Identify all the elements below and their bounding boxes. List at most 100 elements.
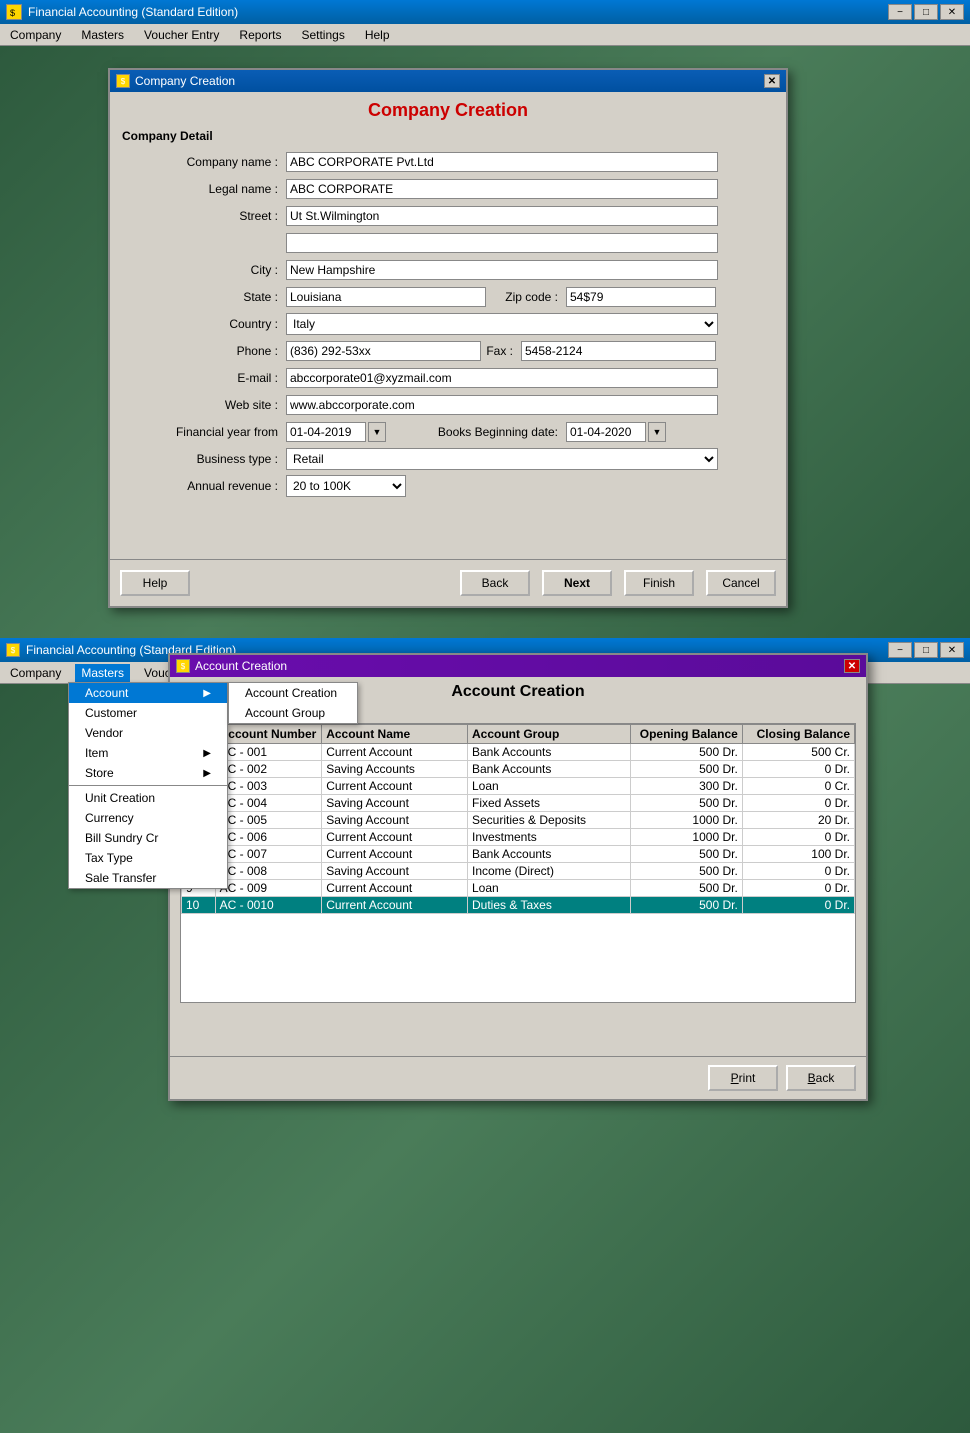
masters-sale-transfer-item[interactable]: Sale Transfer <box>69 868 227 888</box>
top-window-title: Financial Accounting (Standard Edition) <box>28 5 238 19</box>
table-row[interactable]: 1 AC - 001 Current Account Bank Accounts… <box>182 744 855 761</box>
table-row[interactable]: 6 AC - 006 Current Account Investments 1… <box>182 829 855 846</box>
menu-company[interactable]: Company <box>4 26 67 44</box>
menu-voucher-entry[interactable]: Voucher Entry <box>138 26 225 44</box>
bottom-minimize-button[interactable]: − <box>888 642 912 658</box>
legal-name-label: Legal name : <box>126 182 286 196</box>
table-row[interactable]: 5 AC - 005 Saving Account Securities & D… <box>182 812 855 829</box>
email-input[interactable] <box>286 368 718 388</box>
city-row: City : <box>126 259 770 281</box>
company-dialog-close[interactable]: ✕ <box>764 74 780 88</box>
minimize-button[interactable]: − <box>888 4 912 20</box>
menu-reports[interactable]: Reports <box>233 26 287 44</box>
masters-account-item[interactable]: Account ▶ <box>69 683 227 703</box>
bottom-maximize-button[interactable]: □ <box>914 642 938 658</box>
masters-tax-type-item[interactable]: Tax Type <box>69 848 227 868</box>
back-underline: Back <box>808 1071 835 1085</box>
company-name-input[interactable] <box>286 152 718 172</box>
account-creation-item[interactable]: Account Creation <box>229 683 357 703</box>
table-row[interactable]: 3 AC - 003 Current Account Loan 300 Dr. … <box>182 778 855 795</box>
street-label: Street : <box>126 209 286 223</box>
zip-label: Zip code : <box>486 290 566 304</box>
store-submenu-arrow: ▶ <box>203 768 211 779</box>
website-input[interactable] <box>286 395 718 415</box>
masters-vendor-item[interactable]: Vendor <box>69 723 227 743</box>
annual-revenue-select[interactable]: 20 to 100K 100K to 1M 1M+ <box>286 475 406 497</box>
masters-unit-creation-item[interactable]: Unit Creation <box>69 788 227 808</box>
fy-calendar-btn[interactable]: ▼ <box>368 422 386 442</box>
account-dialog-icon: $ <box>176 659 190 673</box>
account-dialog-title-bar: $ Account Creation ✕ <box>170 655 866 677</box>
company-creation-dialog: $ Company Creation ✕ Company Creation Co… <box>108 68 788 608</box>
company-section-label: Company Detail <box>110 125 786 147</box>
table-row[interactable]: 2 AC - 002 Saving Accounts Bank Accounts… <box>182 761 855 778</box>
email-label: E-mail : <box>126 371 286 385</box>
phone-label: Phone : <box>126 344 286 358</box>
books-calendar-btn[interactable]: ▼ <box>648 422 666 442</box>
bottom-menu-masters[interactable]: Masters <box>75 664 130 682</box>
city-label: City : <box>126 263 286 277</box>
account-back-button[interactable]: Back <box>786 1065 856 1091</box>
annual-revenue-row: Annual revenue : 20 to 100K 100K to 1M 1… <box>126 475 770 497</box>
account-dialog-close[interactable]: ✕ <box>844 659 860 673</box>
legal-name-row: Legal name : <box>126 178 770 200</box>
item-submenu-arrow: ▶ <box>203 748 211 759</box>
masters-store-item[interactable]: Store ▶ <box>69 763 227 783</box>
account-group-item[interactable]: Account Group <box>229 703 357 723</box>
country-row: Country : Italy USA UK <box>126 313 770 335</box>
bottom-close-button[interactable]: ✕ <box>940 642 964 658</box>
phone-input[interactable] <box>286 341 481 361</box>
svg-text:$: $ <box>10 8 15 18</box>
menu-masters[interactable]: Masters <box>75 26 130 44</box>
fy-from-input[interactable] <box>286 422 366 442</box>
back-button[interactable]: Back <box>460 570 530 596</box>
business-type-row: Business type : Retail Wholesale Manufac… <box>126 448 770 470</box>
country-select[interactable]: Italy USA UK <box>286 313 718 335</box>
state-zip-row: State : Zip code : <box>126 286 770 308</box>
annual-revenue-label: Annual revenue : <box>126 479 286 493</box>
bottom-app-icon: $ <box>6 643 20 657</box>
menu-help[interactable]: Help <box>359 26 396 44</box>
finish-button[interactable]: Finish <box>624 570 694 596</box>
table-row[interactable]: 7 AC - 007 Current Account Bank Accounts… <box>182 846 855 863</box>
help-button[interactable]: Help <box>120 570 190 596</box>
top-menu-bar: Company Masters Voucher Entry Reports Se… <box>0 24 970 46</box>
company-dialog-title: Company Creation <box>135 74 235 88</box>
street2-input[interactable] <box>286 233 718 253</box>
books-begin-input[interactable] <box>566 422 646 442</box>
city-input[interactable] <box>286 260 718 280</box>
table-row[interactable]: 10 AC - 0010 Current Account Duties & Ta… <box>182 897 855 914</box>
fax-input[interactable] <box>521 341 716 361</box>
maximize-button[interactable]: □ <box>914 4 938 20</box>
state-label: State : <box>126 290 286 304</box>
fy-label: Financial year from <box>126 425 286 439</box>
cancel-button[interactable]: Cancel <box>706 570 776 596</box>
next-button[interactable]: Next <box>542 570 612 596</box>
account-submenu-arrow: ▶ <box>203 688 211 699</box>
masters-currency-item[interactable]: Currency <box>69 808 227 828</box>
street2-row <box>126 232 770 254</box>
account-dialog-footer: Print Back <box>170 1056 866 1099</box>
masters-customer-item[interactable]: Customer <box>69 703 227 723</box>
col-account-number: Account Number <box>215 725 322 744</box>
company-dialog-heading: Company Creation <box>110 92 786 125</box>
close-button[interactable]: ✕ <box>940 4 964 20</box>
masters-item-item[interactable]: Item ▶ <box>69 743 227 763</box>
company-dialog-footer: Help Back Next Finish Cancel <box>110 559 786 606</box>
menu-settings[interactable]: Settings <box>295 26 350 44</box>
bottom-menu-company[interactable]: Company <box>4 664 67 682</box>
business-type-select[interactable]: Retail Wholesale Manufacturing <box>286 448 718 470</box>
table-row[interactable]: 9 AC - 009 Current Account Loan 500 Dr. … <box>182 880 855 897</box>
business-type-label: Business type : <box>126 452 286 466</box>
company-name-label: Company name : <box>126 155 286 169</box>
col-opening-balance: Opening Balance <box>630 725 742 744</box>
print-underline: Print <box>731 1071 756 1085</box>
state-input[interactable] <box>286 287 486 307</box>
masters-bill-sundry-item[interactable]: Bill Sundry Cr <box>69 828 227 848</box>
zip-input[interactable] <box>566 287 716 307</box>
table-row[interactable]: 4 AC - 004 Saving Account Fixed Assets 5… <box>182 795 855 812</box>
account-print-button[interactable]: Print <box>708 1065 778 1091</box>
legal-name-input[interactable] <box>286 179 718 199</box>
table-row[interactable]: 8 AC - 008 Saving Account Income (Direct… <box>182 863 855 880</box>
street-input[interactable] <box>286 206 718 226</box>
